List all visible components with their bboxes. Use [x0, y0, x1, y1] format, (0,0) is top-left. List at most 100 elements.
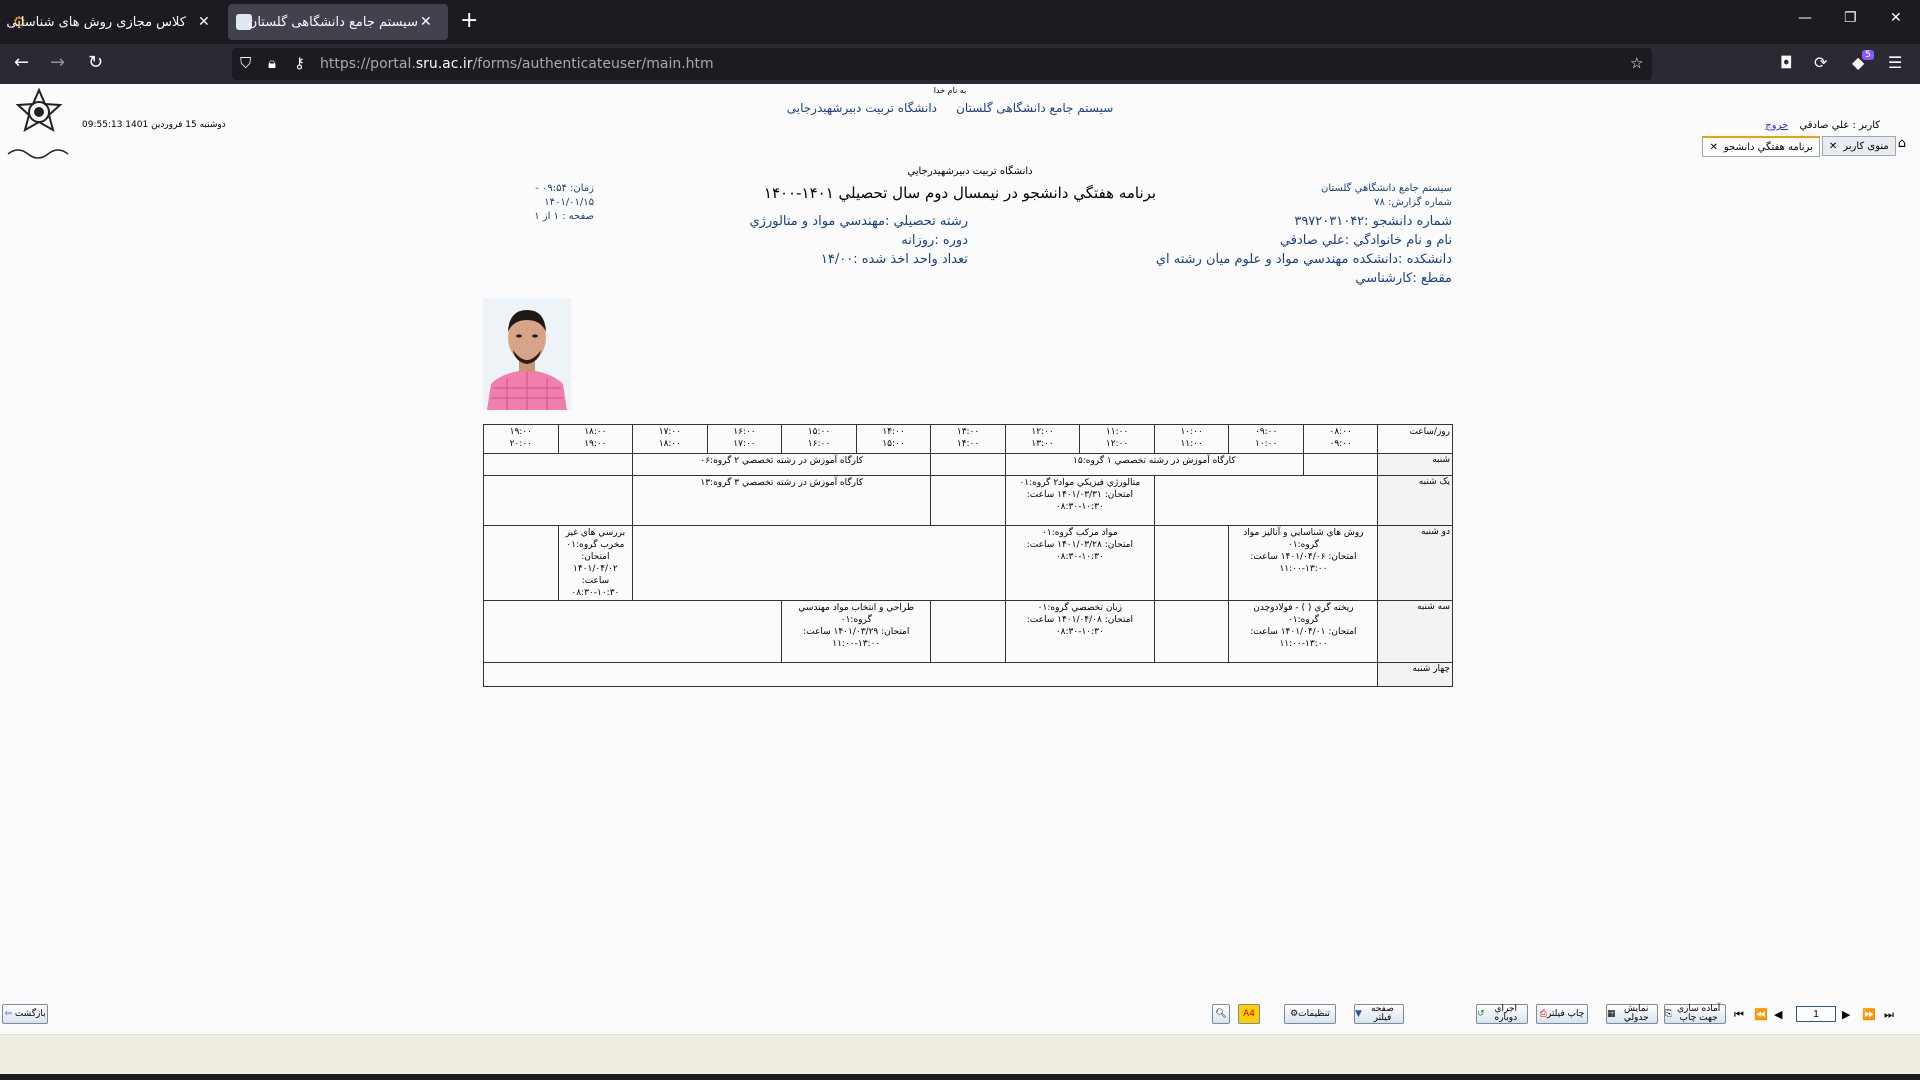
prepare-print-button[interactable]: آماده سازي جهت چاپ ⎘ — [1664, 1004, 1726, 1024]
close-icon[interactable]: ✕ — [198, 14, 210, 30]
bismillah-text: به نام خدا — [933, 86, 967, 95]
back-icon: ⇦ — [4, 1008, 12, 1019]
back-arrow-icon[interactable]: ← — [14, 53, 29, 73]
student-units: تعداد واحد اخذ شده :۱۴/۰۰ — [820, 252, 968, 267]
sync-icon[interactable]: ⟳ — [1814, 53, 1827, 72]
minimize-icon[interactable]: — — [1798, 10, 1812, 26]
schedule-row-tuesday: سه شنبه ريخته گري ( ) - فولادوچدن گروه:۰… — [482, 600, 1453, 663]
bookmark-star-icon[interactable]: ☆ — [1630, 54, 1643, 72]
zoom-button[interactable]: 🔍︎ — [1212, 1004, 1230, 1024]
logout-link[interactable]: خروج — [1765, 120, 1788, 131]
close-icon[interactable]: ✕ — [420, 14, 432, 30]
last-page-icon[interactable]: ⏮ — [1734, 1008, 1744, 1022]
home-icon[interactable]: ⌂ — [1898, 136, 1906, 157]
extension-badge: 5 — [1862, 50, 1874, 60]
student-faculty: دانشکده :دانشکده مهندسي مواد و علوم ميان… — [1155, 252, 1452, 267]
course-cell: مواد مرکب گروه:۰۱ امتحان: ۱۴۰۱/۰۳/۲۸ ساع… — [1004, 525, 1155, 601]
course-cell: زبان تخصصي گروه:۰۱ امتحان: ۱۴۰۱/۰۴/۰۸ سا… — [1004, 600, 1155, 663]
schedule-row-wednesday: چهار شنبه — [482, 662, 1453, 687]
tab-weekly-schedule[interactable]: برنامه هفتگي دانشجو ✕ — [1702, 136, 1820, 157]
lock-icon[interactable]: 🔒︎ — [268, 54, 276, 72]
day-label: شنبه — [1377, 453, 1453, 476]
hour-header: ۱۳:۰۰ ۱۴:۰۰ — [930, 424, 1006, 454]
report-university: دانشگاه تربيت دبيرشهيدرجايي — [907, 166, 1033, 177]
table-view-button[interactable]: نمايش جدولي ▦ — [1606, 1004, 1658, 1024]
user-info: کاربر : علي صادقي خروج — [1765, 120, 1880, 131]
student-course-type: دوره :روزانه — [901, 233, 968, 248]
hour-header: ۱۵:۰۰ ۱۶:۰۰ — [781, 424, 857, 454]
forward-arrow-icon[interactable]: → — [50, 53, 65, 73]
first-page-icon[interactable]: ⏭ — [1884, 1008, 1894, 1022]
menu-icon[interactable]: ☰ — [1888, 53, 1902, 72]
student-info: شماره دانشجو :۳۹۷۲۰۳۱۰۴۲ نام و نام خانوا… — [1156, 212, 1452, 288]
student-field: رشته تحصيلي :مهندسي مواد و متالورژي — [749, 214, 969, 229]
hour-header: ۱۶:۰۰ ۱۷:۰۰ — [706, 424, 783, 454]
paper-size-button[interactable]: A4 — [1238, 1004, 1260, 1024]
page-filter-button[interactable]: صفحه فيلتر ▼ — [1354, 1004, 1404, 1024]
course-cell: متالورژي فيزيکي مواد۲ گروه:۰۱ امتحان: ۱۴… — [1004, 475, 1155, 526]
close-icon[interactable]: ✕ — [1829, 141, 1837, 152]
fast-forward-icon[interactable]: ⏪ — [1754, 1008, 1768, 1021]
next-page-icon[interactable]: ◀ — [1774, 1008, 1782, 1021]
fast-rewind-icon[interactable]: ⏩ — [1862, 1008, 1876, 1021]
student-number: شماره دانشجو :۳۹۷۲۰۳۱۰۴۲ — [1294, 214, 1452, 229]
page-number-input[interactable] — [1796, 1006, 1836, 1022]
student-photo — [483, 298, 571, 410]
prepare-icon: ⎘ — [1665, 1008, 1673, 1019]
course-cell: کارگاه آموزش در رشته تخصصي ۳ گروه:۱۳ — [632, 475, 932, 526]
browser-tab-virtual-class[interactable]: ⚙ کلاس مجازی روش های شناسایی ✕ — [6, 4, 218, 40]
settings-button[interactable]: تنظيمات ⚙ — [1284, 1004, 1336, 1024]
url-bar[interactable]: ⛉ 🔒︎ ⚷ https://portal.sru.ac.ir/forms/au… — [232, 48, 1652, 80]
tab-title: سیستم جامع دانشگاهی گلستان — [247, 14, 418, 30]
url-text[interactable]: https://portal.sru.ac.ir/forms/authentic… — [320, 56, 714, 72]
schedule-header-row: روز/ساعت ۰۸:۰۰ ۰۹:۰۰ ۰۹:۰۰ ۱۰:۰۰ ۱۰:۰۰ ۱۱:۰… — [483, 424, 1453, 454]
student-name: نام و نام خانوادگي :علي صادقي — [1279, 233, 1452, 248]
magnifier-icon: 🔍︎ — [1215, 1008, 1227, 1019]
rerun-button[interactable]: اجراي دوباره ↺ — [1476, 1004, 1528, 1024]
system-title: سیستم جامع دانشگاهی گلستان دانشگاه تربیت… — [786, 101, 1114, 115]
restore-icon[interactable]: ❐ — [1844, 10, 1857, 26]
course-cell: طراحي و انتخاب مواد مهندسي گروه:۰۱ امتحا… — [781, 600, 932, 663]
schedule-row-sunday: يک شنبه متالورژي فيزيکي مواد۲ گروه:۰۱ ام… — [482, 475, 1453, 526]
portal-tabs: ⌂ منوی کاربر ✕ برنامه هفتگي دانشجو ✕ — [1700, 136, 1906, 157]
login-datetime: 09:55:13 دوشنبه 15 فروردین 1401 — [82, 120, 226, 130]
key-icon[interactable]: ⚷ — [294, 54, 305, 72]
tab-title: کلاس مجازی روش های شناسایی — [6, 14, 186, 30]
university-logo — [7, 87, 69, 159]
course-cell: کارگاه آموزش در رشته تخصصي ۱ گروه:۱۵ — [1004, 453, 1304, 476]
hour-header: ۱۹:۰۰ ۲۰:۰۰ — [483, 424, 559, 454]
report-title: برنامه هفتگي دانشجو در نيمسال دوم سال تح… — [763, 184, 1157, 202]
close-window-icon[interactable]: ✕ — [1890, 10, 1902, 26]
day-label: يک شنبه — [1377, 475, 1453, 526]
tab-user-menu[interactable]: منوی کاربر ✕ — [1821, 136, 1896, 156]
schedule-row-saturday: شنبه کارگاه آموزش در رشته تخصصي ۱ گروه:۱… — [482, 453, 1453, 476]
hour-header: ۱۸:۰۰ ۱۹:۰۰ — [557, 424, 634, 454]
new-tab-icon[interactable]: + — [460, 10, 478, 32]
browser-nav-bar: ← → ↻ ⛉ 🔒︎ ⚷ https://portal.sru.ac.ir/fo… — [0, 44, 1920, 84]
browser-tab-bar: ⚙ کلاس مجازی روش های شناسایی ✕ سیستم جام… — [0, 0, 1920, 44]
day-label: سه شنبه — [1377, 600, 1453, 663]
close-icon[interactable]: ✕ — [1709, 142, 1717, 153]
hour-header: ۱۴:۰۰ ۱۵:۰۰ — [855, 424, 932, 454]
hour-header: ۰۹:۰۰ ۱۰:۰۰ — [1228, 424, 1304, 454]
course-cell: روش هاي شناسايي و آناليز مواد گروه:۰۱ ام… — [1228, 525, 1379, 601]
status-bar — [0, 1034, 1920, 1075]
day-label: دو شنبه — [1377, 525, 1453, 601]
program-info: رشته تحصيلي :مهندسي مواد و متالورژي دوره… — [750, 212, 969, 269]
window-bottom-edge — [0, 1074, 1920, 1080]
shield-icon[interactable]: ⛉ — [240, 54, 251, 72]
print-icon: ⎙ — [1539, 1008, 1547, 1019]
prev-page-icon[interactable]: ▶ — [1842, 1008, 1850, 1021]
reload-icon[interactable]: ↻ — [88, 53, 103, 73]
weekly-schedule-table: روز/ساعت ۰۸:۰۰ ۰۹:۰۰ ۰۹:۰۰ ۱۰:۰۰ ۱۰:۰۰ ۱۱:۰… — [482, 424, 1453, 687]
pocket-icon[interactable]: ◘ — [1780, 53, 1793, 72]
filter-icon: ▼ — [1355, 1008, 1362, 1019]
print-filter-button[interactable]: چاپ فيلتر ⎙ — [1536, 1004, 1588, 1024]
browser-tab-golestan[interactable]: سیستم جامع دانشگاهی گلستان ✕ — [228, 4, 448, 40]
course-cell: بررسي هاي غير مخرب گروه:۰۱ امتحان: ۱۴۰۱/… — [557, 525, 634, 601]
day-label: چهار شنبه — [1377, 662, 1453, 687]
course-cell: ريخته گري ( ) - فولادوچدن گروه:۰۱ امتحان… — [1228, 600, 1379, 663]
report-system-info: سيستم جامع دانشگاهي گلستان شماره گزارش: … — [1321, 183, 1452, 208]
back-button[interactable]: بازگشت ⇦ — [2, 1004, 48, 1024]
settings-icon: ⚙ — [1290, 1008, 1299, 1019]
